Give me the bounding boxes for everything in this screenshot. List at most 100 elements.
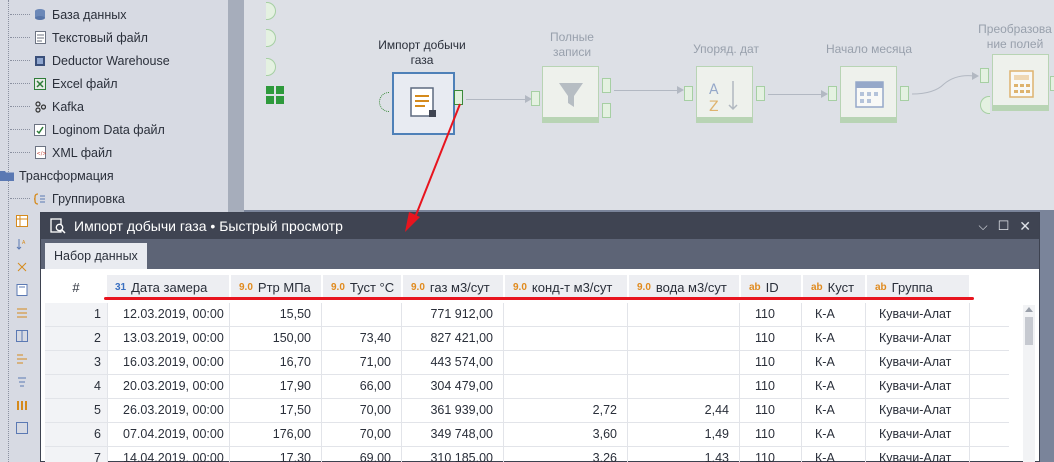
ptr-cell[interactable]: 17,90 — [229, 375, 317, 398]
tree-item-deductor-warehouse[interactable]: Deductor Warehouse — [10, 49, 170, 72]
gas-cell[interactable]: 304 479,00 — [401, 375, 499, 398]
maximize-button[interactable]: ☐ — [998, 218, 1010, 234]
tree-item-kafka[interactable]: Kafka — [10, 95, 84, 118]
tree-item-xml[interactable]: </> XML файл — [10, 141, 112, 164]
table-row[interactable]: 5 26.03.2019, 00:00 17,50 70,00 361 939,00 2,… — [45, 399, 1009, 423]
gas-cell[interactable]: 310 185,00 — [401, 447, 499, 462]
row-index-cell[interactable]: 4 — [45, 375, 107, 398]
water-cell[interactable]: 1,43 — [627, 447, 735, 462]
group-cell[interactable]: Кувачи-Алат — [865, 399, 969, 422]
ptr-cell[interactable]: 176,00 — [229, 423, 317, 446]
water-cell[interactable] — [627, 375, 735, 398]
cluster-cell[interactable]: К-А — [801, 303, 865, 326]
condensate-cell[interactable]: 2,72 — [503, 399, 623, 422]
gas-cell[interactable]: 827 421,00 — [401, 327, 499, 350]
cluster-cell[interactable]: К-А — [801, 351, 865, 374]
water-cell[interactable] — [627, 303, 735, 326]
column-header-tust[interactable]: 9.0 Туст °С — [323, 275, 401, 299]
group-cell[interactable]: Кувачи-Алат — [865, 375, 969, 398]
row-index-cell[interactable]: 2 — [45, 327, 107, 350]
cluster-cell[interactable]: К-А — [801, 423, 865, 446]
id-cell[interactable]: 110 — [739, 303, 799, 326]
cluster-cell[interactable]: К-А — [801, 447, 865, 462]
row-index-cell[interactable]: 5 — [45, 399, 107, 422]
node-output-port[interactable] — [1050, 76, 1054, 91]
table-row[interactable]: 4 20.03.2019, 00:00 17,90 66,00 304 479,00 11… — [45, 375, 1009, 399]
tust-cell[interactable]: 73,40 — [321, 327, 397, 350]
column-header-water[interactable]: 9.0 вода м3/сут — [629, 275, 739, 299]
gas-cell[interactable]: 771 912,00 — [401, 303, 499, 326]
date-cell[interactable]: 16.03.2019, 00:00 — [107, 351, 227, 374]
gas-cell[interactable]: 361 939,00 — [401, 399, 499, 422]
id-cell[interactable]: 110 — [739, 423, 799, 446]
ptr-cell[interactable]: 16,70 — [229, 351, 317, 374]
condensate-cell[interactable]: 3,26 — [503, 447, 623, 462]
table-row[interactable]: 6 07.04.2019, 00:00 176,00 70,00 349 748,00 3… — [45, 423, 1009, 447]
tree-group-transformation[interactable]: Трансформация — [0, 164, 114, 187]
index-column-header[interactable]: # — [45, 275, 107, 299]
column-header-date[interactable]: 31 Дата замера — [107, 275, 229, 299]
date-cell[interactable]: 12.03.2019, 00:00 — [107, 303, 227, 326]
column-header-group[interactable]: ab Группа — [867, 275, 969, 299]
condensate-cell[interactable] — [503, 351, 623, 374]
scrollbar-thumb[interactable] — [1025, 317, 1033, 345]
date-cell[interactable]: 14.04.2019, 00:00 — [107, 447, 227, 462]
condensate-cell[interactable] — [503, 375, 623, 398]
tust-cell[interactable]: 71,00 — [321, 351, 397, 374]
group-cell[interactable]: Кувачи-Алат — [865, 303, 969, 326]
cluster-cell[interactable]: К-А — [801, 399, 865, 422]
group-cell[interactable]: Кувачи-Алат — [865, 447, 969, 462]
gas-cell[interactable]: 443 574,00 — [401, 351, 499, 374]
cluster-cell[interactable]: К-А — [801, 327, 865, 350]
id-cell[interactable]: 110 — [739, 351, 799, 374]
node-field-transform[interactable] — [992, 54, 1049, 111]
water-cell[interactable]: 2,44 — [627, 399, 735, 422]
table-row[interactable]: 3 16.03.2019, 00:00 16,70 71,00 443 574,00 11… — [45, 351, 1009, 375]
column-header-gas[interactable]: 9.0 газ м3/сут — [403, 275, 503, 299]
close-button[interactable]: ✕ — [1019, 218, 1031, 235]
column-header-condensate[interactable]: 9.0 конд-т м3/сут — [505, 275, 627, 299]
row-index-cell[interactable]: 6 — [45, 423, 107, 446]
date-cell[interactable]: 13.03.2019, 00:00 — [107, 327, 227, 350]
vertical-scrollbar[interactable] — [1023, 305, 1035, 462]
tree-item-grouping[interactable]: Группировка — [10, 187, 125, 210]
date-cell[interactable]: 26.03.2019, 00:00 — [107, 399, 227, 422]
condensate-cell[interactable] — [503, 327, 623, 350]
scroll-up-arrow[interactable] — [1025, 307, 1033, 312]
id-cell[interactable]: 110 — [739, 399, 799, 422]
ptr-cell[interactable]: 150,00 — [229, 327, 317, 350]
tree-item-excel[interactable]: Excel файл — [10, 72, 118, 95]
date-cell[interactable]: 07.04.2019, 00:00 — [107, 423, 227, 446]
gas-cell[interactable]: 349 748,00 — [401, 423, 499, 446]
cluster-cell[interactable]: К-А — [801, 375, 865, 398]
ptr-cell[interactable]: 17,50 — [229, 399, 317, 422]
id-cell[interactable]: 110 — [739, 447, 799, 462]
tust-cell[interactable]: 70,00 — [321, 423, 397, 446]
row-index-cell[interactable]: 7 — [45, 447, 107, 462]
table-row[interactable]: 2 13.03.2019, 00:00 150,00 73,40 827 421,00 1… — [45, 327, 1009, 351]
group-cell[interactable]: Кувачи-Алат — [865, 351, 969, 374]
condensate-cell[interactable] — [503, 303, 623, 326]
tust-cell[interactable]: 69,00 — [321, 447, 397, 462]
tust-cell[interactable] — [321, 303, 397, 326]
column-header-id[interactable]: ab ID — [741, 275, 801, 299]
tust-cell[interactable]: 66,00 — [321, 375, 397, 398]
ptr-cell[interactable]: 15,50 — [229, 303, 317, 326]
table-row[interactable]: 1 12.03.2019, 00:00 15,50 771 912,00 110 К-А К… — [45, 303, 1009, 327]
group-cell[interactable]: Кувачи-Алат — [865, 327, 969, 350]
tree-item-database[interactable]: База данных — [10, 3, 126, 26]
group-cell[interactable]: Кувачи-Алат — [865, 423, 969, 446]
node-input-port[interactable] — [980, 68, 989, 83]
tree-item-text-file[interactable]: Текстовый файл — [10, 26, 148, 49]
water-cell[interactable]: 1,49 — [627, 423, 735, 446]
ptr-cell[interactable]: 17,30 — [229, 447, 317, 462]
tree-item-loginom-data[interactable]: Loginom Data файл — [10, 118, 165, 141]
minimize-button[interactable]: ⌵ — [979, 219, 988, 234]
date-cell[interactable]: 20.03.2019, 00:00 — [107, 375, 227, 398]
column-header-ptr[interactable]: 9.0 Ртр МПа — [231, 275, 321, 299]
tust-cell[interactable]: 70,00 — [321, 399, 397, 422]
id-cell[interactable]: 110 — [739, 327, 799, 350]
column-header-cluster[interactable]: ab Куст — [803, 275, 865, 299]
id-cell[interactable]: 110 — [739, 375, 799, 398]
water-cell[interactable] — [627, 351, 735, 374]
